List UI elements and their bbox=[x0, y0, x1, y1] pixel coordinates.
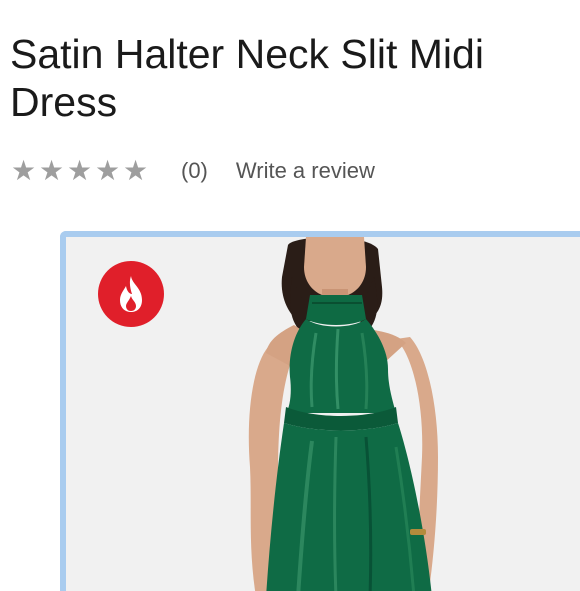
product-title: Satin Halter Neck Slit Midi Dress bbox=[10, 31, 484, 125]
star-icon: ★ bbox=[122, 155, 149, 186]
star-icon: ★ bbox=[94, 155, 121, 186]
star-icon: ★ bbox=[66, 155, 93, 186]
write-review-link[interactable]: Write a review bbox=[236, 158, 375, 184]
star-icon: ★ bbox=[10, 155, 37, 186]
cropped-header-remnant bbox=[0, 0, 580, 6]
review-count: (0) bbox=[181, 158, 208, 183]
star-rating[interactable]: ★ ★ ★ ★ ★ bbox=[10, 157, 149, 185]
fire-icon bbox=[120, 276, 142, 312]
product-image-frame[interactable] bbox=[60, 231, 580, 591]
trending-badge bbox=[98, 261, 164, 327]
star-icon: ★ bbox=[38, 155, 65, 186]
rating-row: ★ ★ ★ ★ ★ (0) Write a review bbox=[10, 153, 375, 189]
